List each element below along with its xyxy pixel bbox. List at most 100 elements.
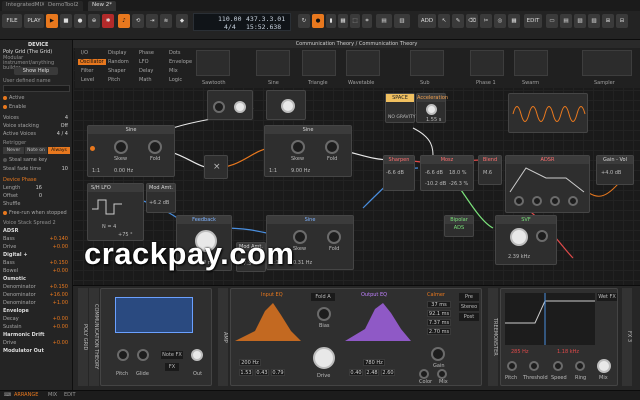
knob[interactable] — [213, 101, 225, 113]
value-field[interactable]: 0.43 — [255, 369, 269, 376]
module-thumb[interactable] — [196, 50, 230, 76]
calmer-field[interactable]: 2.70 ms — [427, 328, 451, 335]
snap-icon[interactable]: ⌗ — [362, 14, 372, 28]
view-5-icon[interactable]: ⊞ — [602, 14, 614, 28]
mod-amt-module-1[interactable]: Mod Amt. +6.2 dB — [146, 183, 176, 213]
pitch-knob[interactable] — [117, 349, 129, 361]
treemonster-strip[interactable]: TREEMONSTER — [488, 288, 498, 386]
knob[interactable] — [575, 361, 585, 371]
meter-icon[interactable]: ▦ — [338, 14, 348, 28]
calmer-field[interactable]: 92.1 ms — [427, 310, 451, 317]
browser-item[interactable]: Filter — [81, 68, 93, 74]
param-row[interactable]: Denominator +0.150 — [3, 284, 70, 291]
layout-icon[interactable]: ▤ — [376, 14, 392, 28]
tab-project-2[interactable]: DemoTool2 — [44, 1, 83, 11]
retrigger-never[interactable]: Never — [3, 147, 24, 154]
pencil-tool-icon[interactable]: ✎ — [452, 14, 464, 28]
gain-knob[interactable] — [431, 347, 445, 361]
out-knob[interactable] — [191, 349, 203, 361]
browser-item[interactable]: Logic — [169, 77, 182, 83]
browser-item[interactable]: I/O — [81, 50, 88, 56]
knob[interactable] — [291, 140, 305, 154]
knob[interactable] — [281, 99, 295, 113]
knob[interactable] — [148, 140, 162, 154]
ratio-value[interactable]: 1:1 — [92, 168, 100, 174]
tap-icon[interactable]: ◆ — [176, 14, 188, 28]
length-row[interactable]: Length 16 — [3, 185, 70, 192]
fx-strip[interactable]: FX 3 — [622, 288, 632, 386]
browser-item[interactable]: Oscillator — [78, 59, 106, 65]
slice-tool-icon[interactable]: ✂ — [480, 14, 492, 28]
freq-value[interactable]: 9.00 Hz — [291, 168, 310, 174]
color-knob[interactable] — [419, 369, 429, 379]
bias-knob[interactable] — [317, 307, 331, 321]
browser-item[interactable]: Level — [81, 77, 94, 83]
stereo-button[interactable]: Stereo — [459, 303, 479, 311]
record-arm-icon[interactable]: ● — [312, 14, 324, 28]
knob[interactable] — [597, 359, 611, 373]
audition-tool-icon[interactable]: ◎ — [494, 14, 506, 28]
browser-item[interactable]: Math — [139, 77, 152, 83]
free-run-toggle[interactable]: Free-run when stopped — [3, 210, 70, 217]
param-row[interactable]: Denominator +1.00 — [3, 300, 70, 307]
glide-knob[interactable] — [137, 349, 149, 361]
view-3-icon[interactable]: ▧ — [574, 14, 586, 28]
freq-value[interactable]: 0.31 Hz — [293, 260, 312, 266]
active-toggle[interactable]: Active — [3, 95, 70, 102]
edit-button[interactable]: EDIT — [524, 14, 542, 28]
shuffle-row[interactable]: Shuffle — [3, 201, 70, 208]
calmer-field[interactable]: 37 ms — [427, 301, 451, 308]
treemonster-device[interactable]: 285 Hz 1.18 kHz Wet FX Pitch Threshold S… — [500, 288, 618, 386]
knob[interactable] — [114, 140, 128, 154]
play-mode-button[interactable]: PLAY — [24, 14, 44, 28]
overdub-icon[interactable]: ⊕ — [88, 14, 100, 28]
add-button[interactable]: ADD — [418, 14, 436, 28]
automation-icon[interactable]: ✱ — [102, 14, 114, 28]
value-field[interactable]: 0.40 — [349, 369, 363, 376]
knob[interactable] — [234, 101, 246, 113]
acceleration-module[interactable]: Acceleration 1.55 s — [416, 93, 448, 123]
browser-item[interactable]: Random — [108, 59, 129, 65]
browser-item[interactable]: Envelope — [169, 59, 192, 65]
post-button[interactable]: Post — [459, 313, 479, 321]
amp-strip[interactable]: AMP — [218, 288, 228, 386]
stop-icon[interactable]: ■ — [60, 14, 72, 28]
input-port[interactable] — [90, 146, 95, 151]
knob[interactable] — [325, 140, 339, 154]
show-help-button[interactable]: Show Help — [14, 67, 58, 75]
keyboard-icon[interactable]: ⌨ — [4, 392, 11, 398]
poly-grid-strip[interactable]: POLY GRID — [78, 288, 88, 386]
note-fx-button[interactable]: Note FX — [161, 351, 183, 359]
retrigger-always[interactable]: Always — [48, 147, 70, 154]
comm-theory-strip[interactable]: COMMUNICATION THEORY — [89, 288, 99, 386]
knob[interactable] — [507, 361, 517, 371]
module-thumb[interactable] — [514, 50, 548, 76]
offset-row[interactable]: Offset 0 — [3, 193, 70, 200]
play-icon[interactable]: ▶ — [46, 14, 58, 28]
eraser-tool-icon[interactable]: ⌫ — [466, 14, 478, 28]
steal-same-key-toggle[interactable]: Steal same key — [3, 157, 70, 164]
knob[interactable] — [568, 196, 578, 206]
mark-icon[interactable]: ▮ — [326, 14, 336, 28]
groove-icon[interactable]: ≋ — [160, 14, 172, 28]
value-field[interactable]: 2.60 — [381, 369, 395, 376]
browser-item[interactable]: Dots — [169, 50, 180, 56]
time-signature[interactable]: 4/4 — [224, 23, 236, 31]
param-row[interactable]: Drive +0.00 — [3, 340, 70, 347]
punch-icon[interactable]: ⇥ — [146, 14, 158, 28]
calmer-field[interactable]: 7.37 ms — [427, 319, 451, 326]
knob[interactable] — [514, 196, 524, 206]
wet-fx-button[interactable]: Wet FX — [597, 293, 617, 301]
module-thumb[interactable] — [346, 50, 380, 76]
knob[interactable] — [532, 196, 542, 206]
loop-on-icon[interactable]: ↻ — [298, 14, 310, 28]
sine-module-1[interactable]: Sine Skew Fold 1:1 0.00 Hz — [87, 125, 175, 177]
browser-item[interactable]: Shaper — [108, 68, 126, 74]
module-thumb[interactable] — [470, 50, 504, 76]
tempo-value[interactable]: 110.00 — [218, 15, 241, 23]
param-row[interactable]: Bass +0.140 — [3, 236, 70, 243]
knob[interactable] — [510, 228, 528, 246]
svf-module[interactable]: SVF 2.39 kHz — [495, 215, 557, 265]
knob[interactable] — [327, 230, 341, 244]
browser-item[interactable]: Mix — [169, 68, 178, 74]
